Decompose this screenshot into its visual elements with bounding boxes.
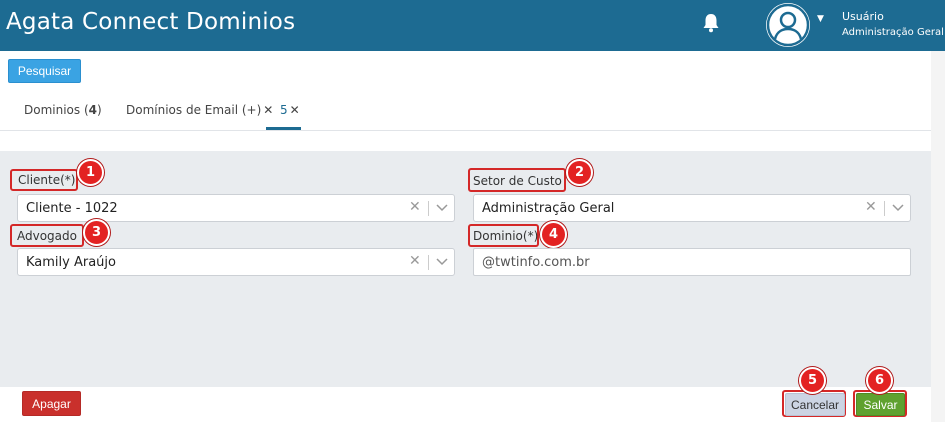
setor-label: Setor de Custo <box>473 174 562 188</box>
chevron-down-icon[interactable] <box>892 204 904 212</box>
chevron-down-icon[interactable] <box>436 204 448 212</box>
save-button[interactable]: Salvar <box>856 393 905 416</box>
annotation-marker-3: 3 <box>83 219 110 246</box>
chevron-down-icon[interactable] <box>436 258 448 266</box>
annotation-marker-1: 1 <box>77 159 104 186</box>
dominio-label: Dominio(*) <box>473 229 539 243</box>
user-name: Usuário <box>842 10 884 23</box>
select-separator <box>884 201 885 216</box>
delete-button[interactable]: Apagar <box>22 391 81 416</box>
search-button[interactable]: Pesquisar <box>8 59 81 83</box>
tab-label-suffix: ) <box>97 103 102 117</box>
setor-value: Administração Geral <box>482 201 615 216</box>
tab-label: Dominios ( <box>24 103 89 117</box>
annotation-marker-5: 5 <box>799 367 826 394</box>
tab-dominios[interactable]: Dominios (4) <box>24 103 102 117</box>
tab-label: Domínios de Email (+) <box>126 103 262 117</box>
select-separator <box>428 201 429 216</box>
tabs-divider <box>0 130 932 131</box>
app-title: Agata Connect Dominios <box>6 9 296 35</box>
chevron-down-icon[interactable]: ▼ <box>817 14 824 24</box>
close-icon[interactable]: ✕ <box>263 103 273 117</box>
cancel-button[interactable]: Cancelar <box>785 393 845 416</box>
cliente-label: Cliente(*) <box>18 173 76 187</box>
cliente-value: Cliente - 1022 <box>26 201 118 216</box>
annotation-marker-6: 6 <box>866 367 893 394</box>
advogado-label: Advogado <box>17 229 77 243</box>
close-icon[interactable]: ✕ <box>290 103 300 117</box>
user-role: Administração Geral <box>842 27 944 38</box>
top-bar: Agata Connect Dominios ▼ Usuário Adminis… <box>0 0 945 51</box>
advogado-value: Kamily Araújo <box>26 255 116 270</box>
tab-count: 4 <box>88 103 97 117</box>
scrollbar[interactable] <box>931 51 945 422</box>
user-avatar-icon[interactable] <box>766 3 810 47</box>
tab-label: 5 <box>280 103 288 117</box>
bell-icon[interactable] <box>702 13 720 33</box>
clear-icon[interactable]: ✕ <box>409 253 421 269</box>
setor-select[interactable]: Administração Geral ✕ <box>473 194 911 222</box>
cliente-select[interactable]: Cliente - 1022 ✕ <box>17 194 455 222</box>
advogado-select[interactable]: Kamily Araújo ✕ <box>17 248 455 276</box>
annotation-marker-2: 2 <box>566 159 593 186</box>
dominio-input[interactable]: @twtinfo.com.br <box>473 248 911 276</box>
tab-dominios-email[interactable]: Domínios de Email (+) ✕ <box>126 103 273 117</box>
clear-icon[interactable]: ✕ <box>409 199 421 215</box>
select-separator <box>428 255 429 270</box>
clear-icon[interactable]: ✕ <box>865 199 877 215</box>
annotation-marker-4: 4 <box>540 221 567 248</box>
tab-5[interactable]: 5 ✕ <box>280 103 300 117</box>
